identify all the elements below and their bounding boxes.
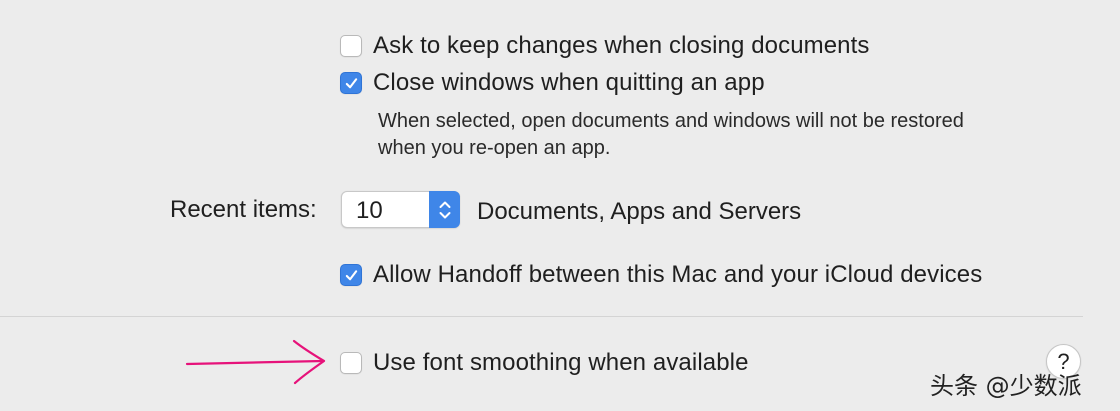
checkmark-icon	[345, 269, 357, 280]
ask-keep-changes-checkbox[interactable]	[340, 35, 362, 57]
recent-items-value[interactable]: 10	[356, 197, 383, 225]
arrow-right-icon	[185, 339, 326, 385]
allow-handoff-checkbox[interactable]	[340, 264, 362, 286]
checkmark-icon	[345, 77, 357, 88]
description-line-2: when you re-open an app.	[378, 137, 611, 159]
close-windows-option[interactable]: Close windows when quitting an app	[340, 69, 765, 97]
recent-items-stepper[interactable]: 10	[341, 191, 460, 228]
stepper-arrows[interactable]	[429, 191, 460, 228]
allow-handoff-option[interactable]: Allow Handoff between this Mac and your …	[340, 261, 982, 289]
recent-items-label: Recent items:	[170, 196, 317, 223]
ask-keep-changes-label: Ask to keep changes when closing documen…	[373, 32, 870, 59]
close-windows-label: Close windows when quitting an app	[373, 69, 765, 96]
allow-handoff-label: Allow Handoff between this Mac and your …	[373, 261, 983, 288]
description-line-1: When selected, open documents and window…	[378, 110, 964, 132]
font-smoothing-label: Use font smoothing when available	[373, 349, 749, 376]
font-smoothing-checkbox[interactable]	[340, 352, 362, 374]
recent-items-suffix: Documents, Apps and Servers	[477, 198, 802, 225]
close-windows-description: When selected, open documents and window…	[378, 108, 964, 162]
ask-keep-changes-option[interactable]: Ask to keep changes when closing documen…	[340, 32, 870, 60]
close-windows-checkbox[interactable]	[340, 72, 362, 94]
up-down-chevron-icon	[439, 201, 450, 218]
watermark: 头条 @少数派	[930, 372, 1082, 400]
font-smoothing-option[interactable]: Use font smoothing when available	[340, 349, 749, 377]
section-divider	[0, 316, 1083, 317]
